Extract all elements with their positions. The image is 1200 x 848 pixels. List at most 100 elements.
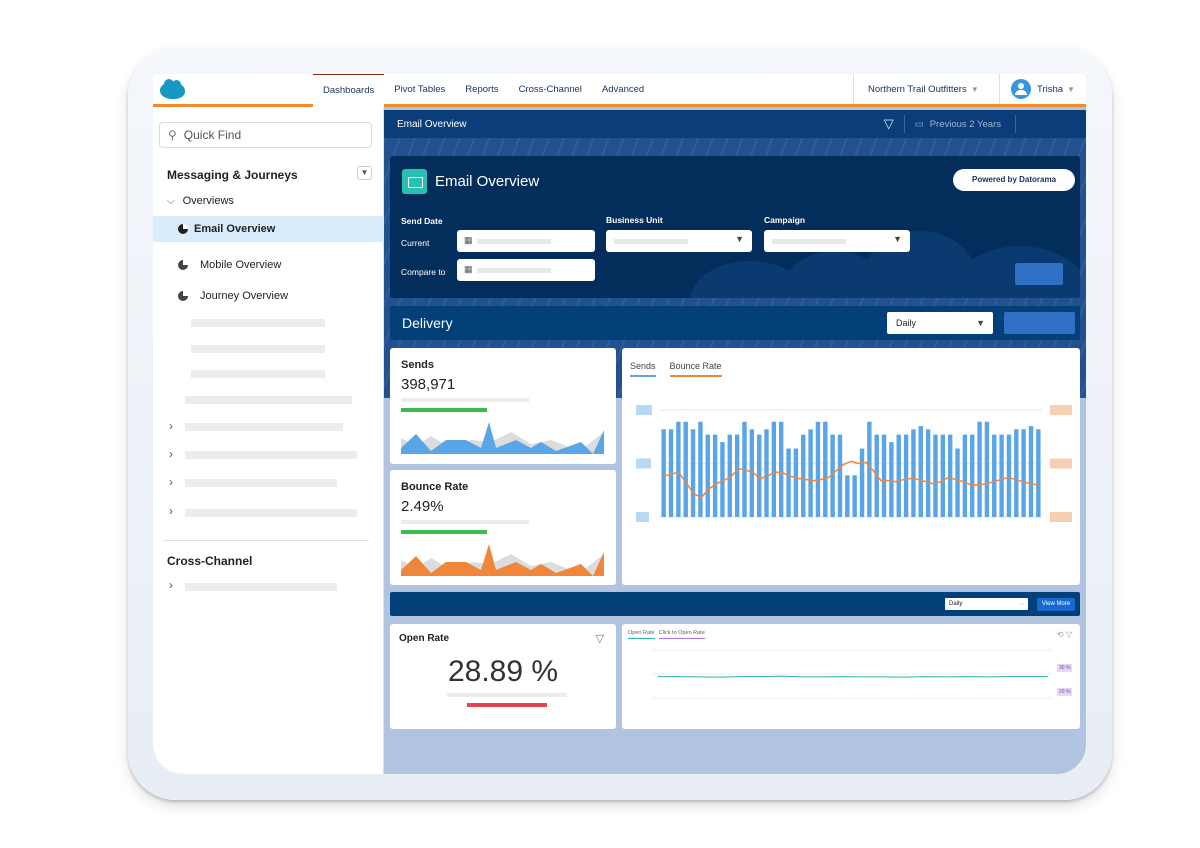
compare-label: Compare to [401, 267, 446, 277]
chevron-right-icon[interactable]: › [169, 504, 173, 518]
tab-reports[interactable]: Reports [455, 74, 508, 106]
bar-sends [661, 429, 666, 517]
campaign-select[interactable]: ▼ [764, 230, 910, 252]
tab-dashboards[interactable]: Dashboards [313, 74, 385, 108]
bar-sends [903, 434, 909, 517]
bar-sends [683, 421, 688, 517]
placeholder-item[interactable] [185, 451, 357, 459]
chevron-down-icon: ⌵ [1019, 601, 1024, 607]
user-menu[interactable]: Trisha ▼ [999, 74, 1075, 104]
placeholder-item[interactable] [185, 396, 352, 404]
open-rate-chart [652, 649, 1052, 699]
placeholder-item[interactable] [185, 479, 337, 487]
chevron-right-icon[interactable]: › [169, 419, 173, 433]
quick-find-input[interactable]: ⚲ Quick Find [159, 122, 372, 148]
top-navigation: Dashboards Pivot Tables Reports Cross-Ch… [313, 74, 1086, 108]
tab-cross-channel[interactable]: Cross-Channel [509, 74, 592, 106]
progress-bar [467, 703, 548, 707]
frequency-value: Daily [949, 601, 963, 607]
chevron-right-icon[interactable]: › [169, 475, 173, 489]
date-range-button[interactable]: Previous 2 Years [930, 119, 1001, 130]
user-name: Trisha [1037, 83, 1064, 95]
bar-sends [918, 426, 923, 517]
sidebar-item-journey-overview[interactable]: Journey Overview [153, 283, 384, 309]
send-date-label: Send Date [401, 216, 443, 226]
filter-icon[interactable]: ▽ [596, 632, 604, 645]
compare-date-input[interactable]: ▦ [457, 259, 595, 281]
line-bounce-rate [663, 460, 1039, 499]
bounce-sparkline [401, 544, 604, 576]
sends-sparkline [401, 422, 604, 454]
y-axis-label-left [636, 458, 651, 469]
app-screen: ⚲ Quick Find Messaging & Journeys ▼ ⌵ Ov… [153, 74, 1086, 774]
calendar-icon: ▭ [914, 118, 924, 130]
placeholder-item[interactable] [185, 423, 343, 431]
page-title: Email Overview [397, 118, 467, 130]
bar-sends [676, 421, 681, 517]
bar-sends [1036, 429, 1041, 517]
kpi-value: 28.89 % [447, 655, 559, 688]
org-name: Northern Trail Outfitters [868, 83, 967, 95]
bar-sends [712, 434, 718, 517]
section-dropdown-button[interactable]: ▼ [357, 166, 372, 180]
bar-sends [955, 448, 960, 517]
tab-advanced[interactable]: Advanced [592, 74, 654, 106]
caret-down-icon: ▼ [1067, 84, 1075, 94]
bounce-rate-card: Bounce Rate 2.49% [390, 470, 616, 585]
bar-sends [911, 429, 916, 517]
chevron-right-icon[interactable]: › [169, 578, 173, 592]
business-unit-label: Business Unit [606, 215, 663, 225]
y-axis-label-right [1050, 405, 1072, 415]
bar-sends [977, 421, 982, 517]
bar-sends [764, 429, 769, 517]
progress-track [447, 693, 567, 697]
axis-label: 30 % [1057, 664, 1073, 672]
dashboard-pie-icon [178, 260, 188, 270]
delivery-action-button[interactable] [1004, 312, 1075, 334]
placeholder-item[interactable] [185, 509, 357, 517]
apply-button[interactable] [1015, 263, 1063, 285]
kpi-title: Sends [401, 359, 435, 371]
delivery-chart-card: Sends Bounce Rate [622, 348, 1080, 585]
placeholder-item[interactable] [191, 370, 325, 378]
bar-sends [947, 434, 953, 517]
email-icon [402, 169, 427, 194]
org-switcher[interactable]: Northern Trail Outfitters ▼ [853, 74, 979, 104]
separator [1015, 115, 1016, 133]
dashboard-pie-icon [178, 291, 188, 301]
y-axis-label-left [636, 512, 649, 522]
current-date-input[interactable]: ▦ [457, 230, 595, 252]
bar-sends [823, 421, 828, 517]
powered-by-datorama-button[interactable]: Powered by Datorama [953, 169, 1075, 191]
sidebar-item-email-overview[interactable]: Email Overview [153, 216, 384, 242]
caret-down-icon: ▼ [735, 234, 744, 244]
caret-down-icon: ▼ [893, 234, 902, 244]
sidebar-divider [163, 540, 369, 541]
filter-icon[interactable]: ▽ [884, 116, 894, 132]
view-more-button[interactable]: View More [1037, 598, 1075, 611]
dashboard-header: Email Overview ▽ ▭ Previous 2 Years [384, 110, 1086, 138]
placeholder-item[interactable] [191, 319, 325, 327]
progress-track [401, 398, 529, 402]
placeholder [477, 268, 551, 273]
tab-pivot-tables[interactable]: Pivot Tables [384, 74, 455, 106]
bar-sends [1006, 434, 1012, 517]
bar-sends [1014, 429, 1019, 517]
business-unit-select[interactable]: ▼ [606, 230, 752, 252]
placeholder-item[interactable] [185, 583, 337, 591]
placeholder-item[interactable] [191, 345, 325, 353]
frequency-select[interactable]: Daily ▼ [887, 312, 993, 334]
bar-sends [808, 429, 813, 517]
filter-panel: Email Overview Powered by Datorama Send … [390, 156, 1080, 298]
sends-bounce-chart [636, 405, 1072, 522]
group-overviews[interactable]: ⌵ Overviews [153, 188, 384, 214]
bar-sends [837, 434, 843, 517]
bar-sends [690, 429, 696, 517]
kpi-title: Open Rate [399, 633, 450, 644]
frequency-select[interactable]: Daily ⌵ [945, 598, 1028, 610]
chevron-right-icon[interactable]: › [169, 447, 173, 461]
sidebar-item-mobile-overview[interactable]: Mobile Overview [153, 252, 384, 278]
calendar-icon: ▦ [464, 264, 473, 274]
salesforce-logo-icon[interactable] [160, 79, 185, 99]
panel-title: Email Overview [435, 173, 540, 190]
